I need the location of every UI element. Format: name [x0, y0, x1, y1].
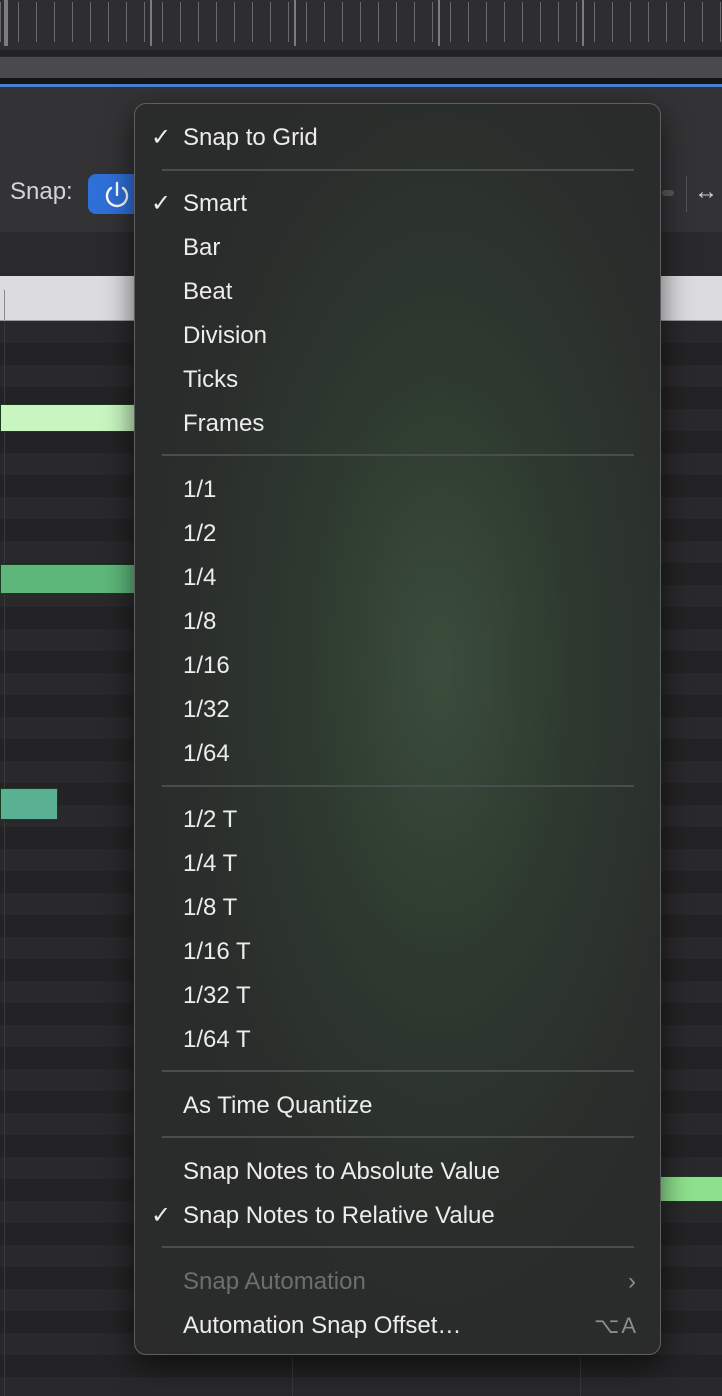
menu-item-label: Smart: [183, 190, 248, 217]
menu-item-bar[interactable]: Bar: [135, 226, 660, 270]
menu-item-label: 1/16: [183, 652, 230, 679]
menu-separator: [162, 1070, 634, 1072]
menu-item-1-1[interactable]: 1/1: [135, 468, 660, 512]
midi-note[interactable]: [660, 1176, 722, 1202]
menu-item-snap-to-grid[interactable]: ✓ Snap to Grid: [135, 116, 660, 160]
menu-item-snap-automation: Snap Automation ›: [135, 1260, 660, 1304]
checkmark-icon: ✓: [151, 1202, 172, 1229]
menu-item-label: Ticks: [183, 366, 239, 393]
menu-item-label: Frames: [183, 410, 265, 437]
menu-separator: [162, 785, 634, 787]
menu-item-snap-relative[interactable]: ✓ Snap Notes to Relative Value: [135, 1194, 660, 1238]
menu-item-1-64[interactable]: 1/64: [135, 732, 660, 776]
menu-item-automation-snap-offset[interactable]: Automation Snap Offset… ⌥A: [135, 1304, 660, 1348]
menu-item-label: 1/2 T: [183, 806, 238, 833]
checkmark-icon: ✓: [151, 190, 172, 217]
midi-note[interactable]: [0, 788, 58, 820]
menu-item-label: 1/8: [183, 608, 217, 635]
checkmark-icon: ✓: [151, 124, 172, 151]
menu-item-label: 1/1: [183, 476, 217, 503]
menu-item-1-4[interactable]: 1/4: [135, 556, 660, 600]
menu-item-1-8-triplet[interactable]: 1/8 T: [135, 886, 660, 930]
menu-item-1-16[interactable]: 1/16: [135, 644, 660, 688]
menu-item-beat[interactable]: Beat: [135, 270, 660, 314]
menu-item-label: Automation Snap Offset…: [183, 1312, 462, 1339]
menu-item-label: 1/32 T: [183, 982, 251, 1009]
snap-menu: ✓ Snap to Grid ✓ Smart Bar Beat Division…: [134, 103, 661, 1355]
menu-item-1-4-triplet[interactable]: 1/4 T: [135, 842, 660, 886]
menu-item-label: Bar: [183, 234, 221, 261]
grid-line: [4, 321, 5, 1396]
menu-item-1-8[interactable]: 1/8: [135, 600, 660, 644]
menu-item-label: 1/8 T: [183, 894, 238, 921]
horizontal-scrollbar[interactable]: [0, 56, 722, 79]
menu-item-label: 1/64 T: [183, 1026, 251, 1053]
menu-item-frames[interactable]: Frames: [135, 402, 660, 446]
menu-item-label: Division: [183, 322, 268, 349]
menu-item-label: As Time Quantize: [183, 1092, 373, 1119]
menu-separator: [162, 1246, 634, 1248]
horizontal-zoom-icon[interactable]: ↔: [694, 178, 718, 206]
menu-separator: [162, 169, 634, 171]
menu-item-label: 1/64: [183, 740, 230, 767]
menu-item-label: Beat: [183, 278, 233, 305]
menu-item-label: 1/4 T: [183, 850, 238, 877]
timeline-tick: [4, 290, 5, 320]
power-icon: [105, 181, 129, 208]
menu-item-label: 1/4: [183, 564, 217, 591]
grid-line: [292, 1356, 293, 1396]
menu-item-label: 1/2: [183, 520, 217, 547]
menu-item-division[interactable]: Division: [135, 314, 660, 358]
menu-item-snap-absolute[interactable]: Snap Notes to Absolute Value: [135, 1150, 660, 1194]
menu-item-label: Snap to Grid: [183, 124, 318, 151]
midi-note[interactable]: [0, 404, 142, 432]
menu-item-label: Snap Automation: [183, 1268, 366, 1295]
keyboard-shortcut: ⌥A: [593, 1313, 638, 1338]
bar-ruler[interactable]: [0, 0, 722, 50]
midi-note[interactable]: [0, 564, 142, 594]
menu-item-label: 1/16 T: [183, 938, 251, 965]
menu-item-smart[interactable]: ✓ Smart: [135, 182, 660, 226]
menu-item-label: 1/32: [183, 696, 230, 723]
ruler-major-ticks: [0, 0, 722, 46]
menu-item-1-16-triplet[interactable]: 1/16 T: [135, 930, 660, 974]
menu-item-1-64-triplet[interactable]: 1/64 T: [135, 1018, 660, 1062]
chevron-right-icon: ›: [628, 1268, 636, 1295]
toolbar-divider: [686, 176, 687, 212]
menu-item-label: Snap Notes to Relative Value: [183, 1202, 495, 1229]
snap-label: Snap:: [10, 178, 73, 205]
menu-item-label: Snap Notes to Absolute Value: [183, 1158, 501, 1185]
grid-line: [580, 1356, 581, 1396]
menu-item-1-32[interactable]: 1/32: [135, 688, 660, 732]
menu-separator: [162, 1136, 634, 1138]
menu-item-1-32-triplet[interactable]: 1/32 T: [135, 974, 660, 1018]
menu-item-as-time-quantize[interactable]: As Time Quantize: [135, 1084, 660, 1128]
menu-item-ticks[interactable]: Ticks: [135, 358, 660, 402]
zoom-slider[interactable]: [662, 190, 674, 196]
menu-item-1-2-triplet[interactable]: 1/2 T: [135, 798, 660, 842]
menu-separator: [162, 454, 634, 456]
menu-item-1-2[interactable]: 1/2: [135, 512, 660, 556]
